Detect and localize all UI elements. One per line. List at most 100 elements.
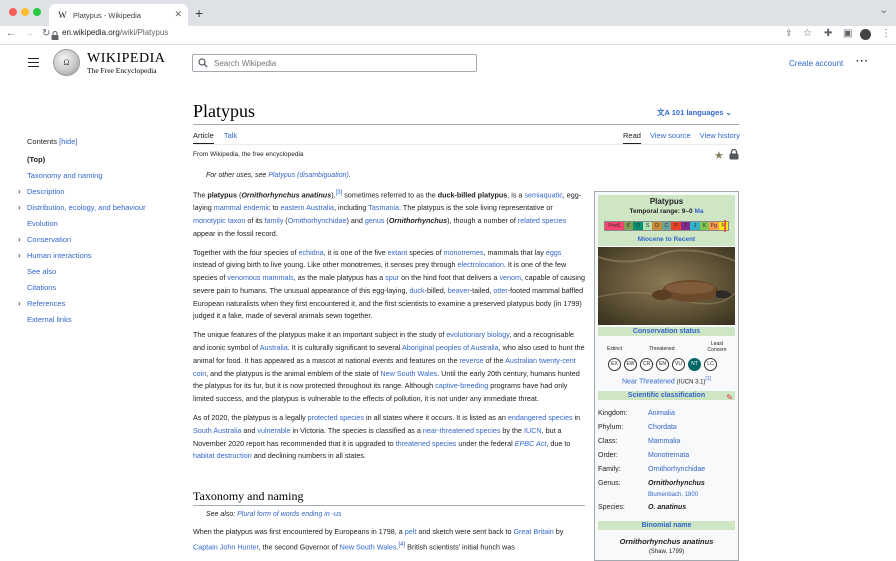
toc-item[interactable]: (Top) bbox=[19, 155, 169, 166]
toc-item-label[interactable]: Evolution bbox=[27, 219, 58, 228]
toc-item[interactable]: › Description bbox=[18, 187, 169, 198]
forward-arrow-icon[interactable]: → bbox=[24, 28, 34, 39]
toc-item[interactable]: › References bbox=[18, 299, 169, 310]
tab-view-source[interactable]: View source bbox=[650, 131, 691, 144]
infobox: Platypus Temporal range: 9–0 Ma PreЄ Є O S D… bbox=[594, 191, 739, 561]
new-tab-icon[interactable]: + bbox=[195, 5, 203, 21]
taxonomy-value[interactable]: Chordata bbox=[648, 424, 735, 431]
tab-view-history[interactable]: View history bbox=[700, 131, 740, 144]
taxonomy-value[interactable]: Mammalia bbox=[648, 438, 735, 445]
back-arrow-icon[interactable]: ← bbox=[6, 28, 16, 39]
share-icon[interactable]: ⇪ bbox=[785, 28, 793, 39]
toc-item-label[interactable]: (Top) bbox=[27, 155, 45, 164]
toc-hide-link[interactable]: [hide] bbox=[59, 137, 77, 146]
epoch-segment[interactable]: J bbox=[690, 222, 700, 230]
chevron-right-icon[interactable]: › bbox=[18, 203, 21, 214]
epoch-segment[interactable]: C bbox=[661, 222, 672, 230]
profile-avatar[interactable] bbox=[860, 29, 871, 40]
chevron-right-icon[interactable]: › bbox=[18, 187, 21, 198]
toc-item-label[interactable]: External links bbox=[27, 315, 72, 324]
maximize-window-button[interactable] bbox=[33, 8, 41, 16]
toc-item-label[interactable]: Conservation bbox=[27, 235, 71, 244]
chevron-right-icon[interactable]: › bbox=[18, 299, 21, 310]
epoch-segment[interactable]: P bbox=[671, 222, 681, 230]
epoch-segment[interactable]: D bbox=[652, 222, 662, 230]
epoch-segment[interactable]: PreЄ bbox=[605, 222, 624, 230]
taxonomy-value[interactable]: Blumenbach, 1800 bbox=[648, 492, 735, 498]
tab-read[interactable]: Read bbox=[623, 131, 641, 144]
see-also-link[interactable]: Plural form of words ending in -us bbox=[237, 511, 341, 518]
main-menu-icon[interactable] bbox=[28, 58, 39, 67]
toc-item[interactable]: › Human interactions bbox=[18, 251, 169, 262]
toc-item-label[interactable]: References bbox=[27, 299, 65, 308]
search-input[interactable]: Search Wikipedia bbox=[192, 54, 477, 72]
extensions-puzzle-icon[interactable]: ✚ bbox=[824, 28, 832, 39]
close-window-button[interactable] bbox=[9, 8, 17, 16]
toc-item[interactable]: Evolution bbox=[19, 219, 169, 230]
ma-link[interactable]: Ma bbox=[694, 208, 703, 215]
status-circle-ew[interactable]: EW bbox=[624, 358, 637, 371]
toc-item-label[interactable]: Taxonomy and naming bbox=[27, 171, 102, 180]
tab-talk[interactable]: Talk bbox=[224, 131, 237, 144]
geologic-timescale-bar[interactable]: PreЄЄOSDCPTJKPgN bbox=[604, 220, 729, 232]
toc-item[interactable]: External links bbox=[19, 315, 169, 326]
tab-search-chevron-icon[interactable]: ⌄ bbox=[880, 5, 888, 16]
address-bar[interactable]: en.wikipedia.org/wiki/Platypus bbox=[62, 28, 168, 37]
url-path: /wiki/Platypus bbox=[119, 28, 169, 37]
status-circle-cr[interactable]: CR bbox=[640, 358, 653, 371]
taxonomy-value[interactable]: Ornithorhynchidae bbox=[648, 466, 735, 473]
status-circle-vu[interactable]: VU bbox=[672, 358, 685, 371]
side-panel-icon[interactable]: ▣ bbox=[843, 28, 852, 39]
epoch-segment[interactable]: S bbox=[642, 222, 653, 230]
epoch-segment[interactable]: T bbox=[680, 222, 691, 230]
taxonomy-row: Kingdom: Animalia bbox=[598, 406, 735, 420]
wikipedia-wordmark[interactable]: Wikipedia bbox=[87, 51, 165, 67]
toc-item[interactable]: See also bbox=[19, 267, 169, 278]
toc-item-label[interactable]: Citations bbox=[27, 283, 56, 292]
toc-item-label[interactable]: See also bbox=[27, 267, 56, 276]
page-title: Platypus bbox=[193, 101, 256, 121]
create-account-link[interactable]: Create account bbox=[789, 59, 843, 68]
toc-item[interactable]: Taxonomy and naming bbox=[19, 171, 169, 182]
chevron-right-icon[interactable]: › bbox=[18, 235, 21, 246]
epoch-segment[interactable]: Pg bbox=[709, 222, 719, 230]
paragraph: The unique features of the platypus make… bbox=[193, 330, 585, 403]
disambiguation-link[interactable]: Platypus (disambiguation) bbox=[268, 172, 349, 179]
status-circle-nt[interactable]: NT bbox=[688, 358, 701, 371]
status-circle-lc[interactable]: LC bbox=[704, 358, 717, 371]
epoch-segment[interactable]: Є bbox=[623, 222, 634, 230]
more-options-icon[interactable]: ··· bbox=[856, 56, 869, 67]
toc-item-label[interactable]: Description bbox=[27, 187, 65, 196]
status-circle-ex[interactable]: EX bbox=[608, 358, 621, 371]
browser-menu-icon[interactable]: ⋮ bbox=[881, 28, 891, 39]
protection-lock-icon[interactable] bbox=[729, 149, 739, 160]
epoch-segment[interactable]: K bbox=[699, 222, 710, 230]
taxonomy-value[interactable]: Monotremata bbox=[648, 452, 735, 459]
article-body: The platypus (Ornithorhynchus anatinus),… bbox=[193, 187, 585, 469]
edit-pencil-icon[interactable]: ✎ bbox=[726, 393, 733, 402]
platypus-photo[interactable] bbox=[598, 247, 735, 325]
toc-item[interactable]: › Distribution, ecology, and behaviour bbox=[18, 203, 169, 214]
taxonomy-value[interactable]: Animalia bbox=[648, 410, 735, 417]
view-tabs: Read View source View history bbox=[623, 131, 740, 144]
close-tab-icon[interactable]: ✕ bbox=[174, 9, 182, 20]
status-circle-en[interactable]: EN bbox=[656, 358, 669, 371]
epoch-segment[interactable]: O bbox=[633, 222, 643, 230]
conservation-status-heading[interactable]: Conservation status bbox=[598, 327, 735, 336]
toc-item[interactable]: Citations bbox=[19, 283, 169, 294]
toc-item-label[interactable]: Human interactions bbox=[27, 251, 92, 260]
epoch-range[interactable]: Miocene to Recent bbox=[595, 236, 738, 243]
wikipedia-globe-logo-icon[interactable]: Ω bbox=[53, 49, 80, 76]
toc-item-label[interactable]: Distribution, ecology, and behaviour bbox=[27, 203, 146, 212]
tab-article[interactable]: Article bbox=[193, 131, 214, 144]
chevron-right-icon[interactable]: › bbox=[18, 251, 21, 262]
browser-tab[interactable]: W Platypus - Wikipedia ✕ bbox=[49, 4, 188, 26]
minimize-window-button[interactable] bbox=[21, 8, 29, 16]
toc-item[interactable]: › Conservation bbox=[18, 235, 169, 246]
bookmark-star-icon[interactable]: ☆ bbox=[803, 28, 812, 39]
wikipedia-favicon-icon: W bbox=[58, 10, 67, 20]
good-article-star-icon[interactable]: ★ bbox=[714, 149, 724, 162]
reload-icon[interactable]: ↻ bbox=[42, 28, 50, 39]
lock-icon[interactable] bbox=[51, 31, 59, 40]
languages-button[interactable]: 文A 101 languages ⌄ bbox=[657, 107, 732, 118]
